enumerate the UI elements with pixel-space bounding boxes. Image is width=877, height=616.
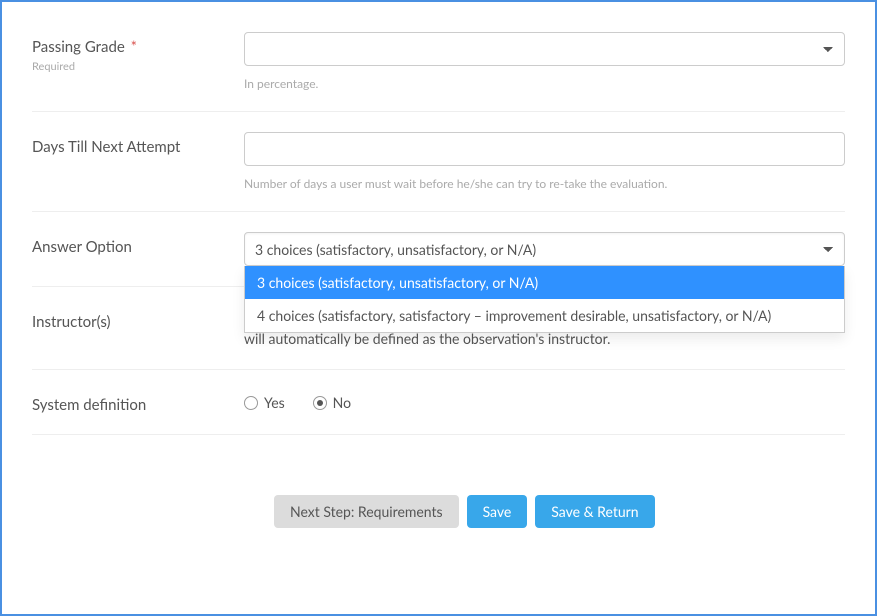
passing-grade-label: Passing Grade * xyxy=(32,38,244,56)
required-star: * xyxy=(131,38,137,56)
row-passing-grade: Passing Grade * Required In percentage. xyxy=(32,32,845,112)
radio-icon xyxy=(313,396,327,410)
days-input[interactable] xyxy=(244,132,845,166)
field-col-days: Number of days a user must wait before h… xyxy=(244,132,845,191)
answer-label: Answer Option xyxy=(32,238,244,256)
field-col-sysdef: Yes No xyxy=(244,390,845,411)
passing-grade-help: In percentage. xyxy=(244,76,845,91)
sysdef-radio-group: Yes No xyxy=(244,390,845,411)
radio-icon xyxy=(244,396,258,410)
answer-option-dropdown: 3 choices (satisfactory, unsatisfactory,… xyxy=(244,266,845,333)
form-frame: Passing Grade * Required In percentage. … xyxy=(0,0,877,616)
passing-grade-label-text: Passing Grade xyxy=(32,38,125,56)
label-col-sysdef: System definition xyxy=(32,390,244,414)
sysdef-yes-label: Yes xyxy=(264,394,285,411)
label-col-passing-grade: Passing Grade * Required xyxy=(32,32,244,73)
sysdef-radio-yes[interactable]: Yes xyxy=(244,394,285,411)
label-col-answer: Answer Option xyxy=(32,232,244,256)
save-return-button[interactable]: Save & Return xyxy=(535,495,654,528)
next-step-button[interactable]: Next Step: Requirements xyxy=(274,495,459,528)
row-system-definition: System definition Yes No xyxy=(32,390,845,435)
days-label: Days Till Next Attempt xyxy=(32,138,244,156)
form-content: Passing Grade * Required In percentage. … xyxy=(2,2,875,528)
footer-buttons: Next Step: Requirements Save Save & Retu… xyxy=(32,455,845,528)
sysdef-label: System definition xyxy=(32,396,244,414)
answer-option-item-0[interactable]: 3 choices (satisfactory, unsatisfactory,… xyxy=(245,266,844,299)
field-col-answer: 3 choices (satisfactory, unsatisfactory,… xyxy=(244,232,845,266)
label-col-days: Days Till Next Attempt xyxy=(32,132,244,156)
answer-option-select[interactable]: 3 choices (satisfactory, unsatisfactory,… xyxy=(244,232,845,266)
instructors-label: Instructor(s) xyxy=(32,313,244,331)
days-help: Number of days a user must wait before h… xyxy=(244,176,845,191)
answer-option-item-1[interactable]: 4 choices (satisfactory, satisfactory – … xyxy=(245,299,844,332)
row-answer-option: Answer Option 3 choices (satisfactory, u… xyxy=(32,232,845,287)
save-button[interactable]: Save xyxy=(467,495,528,528)
label-col-instructors: Instructor(s) xyxy=(32,307,244,331)
passing-grade-required-text: Required xyxy=(32,60,244,73)
field-col-passing-grade: In percentage. xyxy=(244,32,845,91)
sysdef-radio-no[interactable]: No xyxy=(313,394,351,411)
passing-grade-select[interactable] xyxy=(244,32,845,66)
sysdef-no-label: No xyxy=(333,394,351,411)
row-days-till-next: Days Till Next Attempt Number of days a … xyxy=(32,132,845,212)
